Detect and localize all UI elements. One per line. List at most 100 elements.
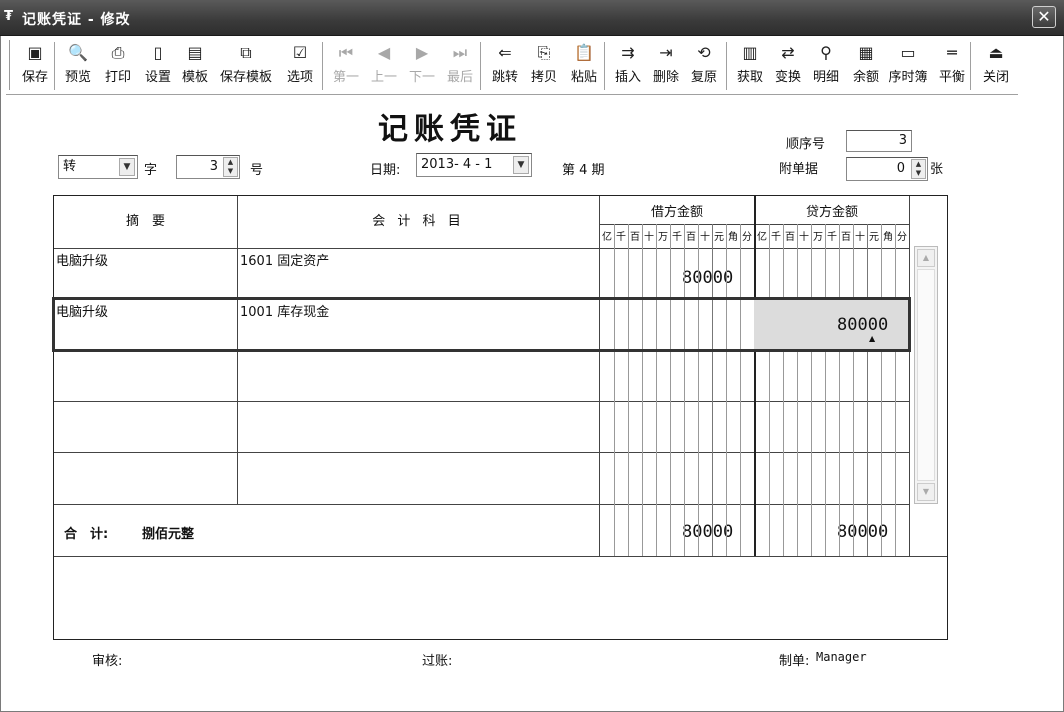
digit-unit-label: 元: [869, 232, 879, 243]
toolbar-label: 保存: [21, 70, 48, 85]
save-template-icon: ⧉: [240, 43, 252, 62]
spin-up-icon[interactable]: ▲: [912, 160, 925, 169]
toolbar-button-detail[interactable]: ⚲ 明细: [808, 38, 844, 92]
date-value: 2013- 4 - 1: [421, 157, 493, 172]
toolbar-label: 第一: [332, 70, 359, 85]
spin-down-icon[interactable]: ▼: [912, 169, 925, 178]
attach-label: 附单据: [779, 162, 819, 177]
toolbar-button-journal[interactable]: ▭ 序时簿: [884, 38, 932, 92]
toolbar-label: 选项: [286, 70, 313, 85]
toolbar-button-insert-row[interactable]: ⇉ 插入: [610, 38, 646, 92]
toolbar-label: 下一: [408, 70, 435, 85]
digit-unit-label: 百: [785, 232, 795, 243]
toolbar-label: 预览: [64, 70, 91, 85]
digit-unit-label: 亿: [602, 232, 612, 243]
previous-icon: ◀: [377, 43, 391, 62]
attach-count-field[interactable]: 0 ▲ ▼: [846, 157, 928, 181]
toolbar-button-save[interactable]: ▣ 保存: [18, 38, 52, 92]
toolbar-button-transform[interactable]: ⇄ 变换: [770, 38, 806, 92]
date-picker[interactable]: 2013- 4 - 1 ▼: [416, 153, 532, 177]
toolbar-button-save-template[interactable]: ⧉ 保存模板: [216, 38, 276, 92]
toolbar-button-preview[interactable]: 🔍 预览: [60, 38, 96, 92]
voucher-type-value: 转: [63, 159, 77, 174]
row-1-summary[interactable]: 电脑升级: [56, 250, 108, 269]
chevron-down-icon[interactable]: ▼: [513, 156, 529, 174]
period-label: 第 4 期: [562, 163, 605, 178]
voucher-type-select[interactable]: 转 ▼: [58, 155, 138, 179]
digit-unit-label: 十: [855, 232, 865, 243]
attach-spinner[interactable]: ▲ ▼: [911, 159, 926, 179]
toolbar-button-last[interactable]: ⏭ 最后: [442, 38, 478, 92]
toolbar-button-page-setup[interactable]: ▯ 设置: [140, 38, 176, 92]
toolbar-button-fetch[interactable]: ▥ 获取: [732, 38, 768, 92]
digit-unit-label: 千: [672, 232, 682, 243]
grid-vline: [797, 224, 798, 556]
row-1-account[interactable]: 1601 固定资产: [240, 250, 329, 269]
toolbar-label: 余额: [852, 70, 879, 85]
grid-vline: [769, 224, 770, 556]
chevron-down-icon[interactable]: ▼: [119, 158, 135, 176]
toolbar-button-restore[interactable]: ⟲ 复原: [686, 38, 722, 92]
toolbar-button-template[interactable]: ▤ 模板: [178, 38, 212, 92]
grid-vline: [853, 224, 854, 556]
toolbar-button-first[interactable]: ⏮ 第一: [328, 38, 364, 92]
toolbar-separator: [970, 42, 972, 90]
table-scrollbar[interactable]: ▲ ▼: [914, 246, 938, 504]
balance-icon: ▦: [858, 43, 874, 62]
digit-unit-label: 千: [616, 232, 626, 243]
toolbar-label: 保存模板: [219, 70, 272, 85]
toolbar-button-previous[interactable]: ◀ 上一: [366, 38, 402, 92]
digit-unit-label: 分: [897, 232, 907, 243]
grid-vline: [754, 196, 756, 556]
title-bar: ₮ 记账凭证 - 修改 ✕: [0, 0, 1064, 36]
digit-unit-label: 百: [630, 232, 640, 243]
toolbar-button-balance-check[interactable]: ═ 平衡: [934, 38, 970, 92]
toolbar-button-close-window[interactable]: ⏏ 关闭: [978, 38, 1014, 92]
spin-up-icon[interactable]: ▲: [224, 158, 237, 167]
toolbar-label: 变换: [774, 70, 801, 85]
transform-icon: ⇄: [781, 43, 795, 62]
close-window-icon: ⏏: [988, 43, 1004, 62]
fetch-icon: ▥: [742, 43, 758, 62]
grid-vline: [839, 224, 840, 556]
scroll-track[interactable]: [917, 269, 935, 481]
number-spinner[interactable]: ▲ ▼: [223, 157, 238, 177]
number-suffix: 号: [250, 163, 264, 178]
voucher-title: 记账凭证: [378, 112, 522, 147]
toolbar-button-paste[interactable]: 📋 粘贴: [566, 38, 602, 92]
digit-unit-label: 分: [742, 232, 752, 243]
spin-down-icon[interactable]: ▼: [224, 167, 237, 176]
toolbar-button-jump[interactable]: ⇐ 跳转: [486, 38, 524, 92]
toolbar-label: 设置: [144, 70, 171, 85]
toolbar-button-next[interactable]: ▶ 下一: [404, 38, 440, 92]
attach-count-value: 0: [896, 161, 905, 176]
toolbar-button-balance[interactable]: ▦ 余额: [848, 38, 884, 92]
digit-unit-label: 千: [771, 232, 781, 243]
grid-hline: [54, 556, 947, 557]
scroll-down-icon[interactable]: ▼: [917, 483, 935, 501]
posting-label: 过账:: [422, 654, 453, 669]
paste-icon: 📋: [574, 43, 594, 62]
toolbar-button-options[interactable]: ☑ 选项: [282, 38, 318, 92]
seq-field[interactable]: 3: [846, 130, 912, 152]
toolbar-button-print[interactable]: ⎙ 打印: [100, 38, 136, 92]
scroll-up-icon[interactable]: ▲: [917, 249, 935, 267]
voucher-number-field[interactable]: 3 ▲ ▼: [176, 155, 240, 179]
header-credit: 贷方金额: [805, 205, 858, 220]
type-suffix: 字: [144, 163, 158, 178]
toolbar-label: 模板: [181, 70, 208, 85]
grid-hline: [54, 248, 909, 249]
insert-row-icon: ⇉: [621, 43, 635, 62]
next-icon: ▶: [415, 43, 429, 62]
jump-icon: ⇐: [498, 43, 512, 62]
toolbar-label: 最后: [446, 70, 473, 85]
toolbar-button-copy[interactable]: ⎘ 拷贝: [526, 38, 562, 92]
close-button[interactable]: ✕: [1032, 6, 1056, 28]
grid-vline: [642, 224, 643, 556]
digit-unit-label: 百: [686, 232, 696, 243]
toolbar-label: 上一: [370, 70, 397, 85]
preview-icon: 🔍: [68, 43, 88, 62]
toolbar-label: 拷贝: [530, 70, 557, 85]
toolbar-button-delete-row[interactable]: ⇥ 删除: [648, 38, 684, 92]
grid-vline: [895, 224, 896, 556]
